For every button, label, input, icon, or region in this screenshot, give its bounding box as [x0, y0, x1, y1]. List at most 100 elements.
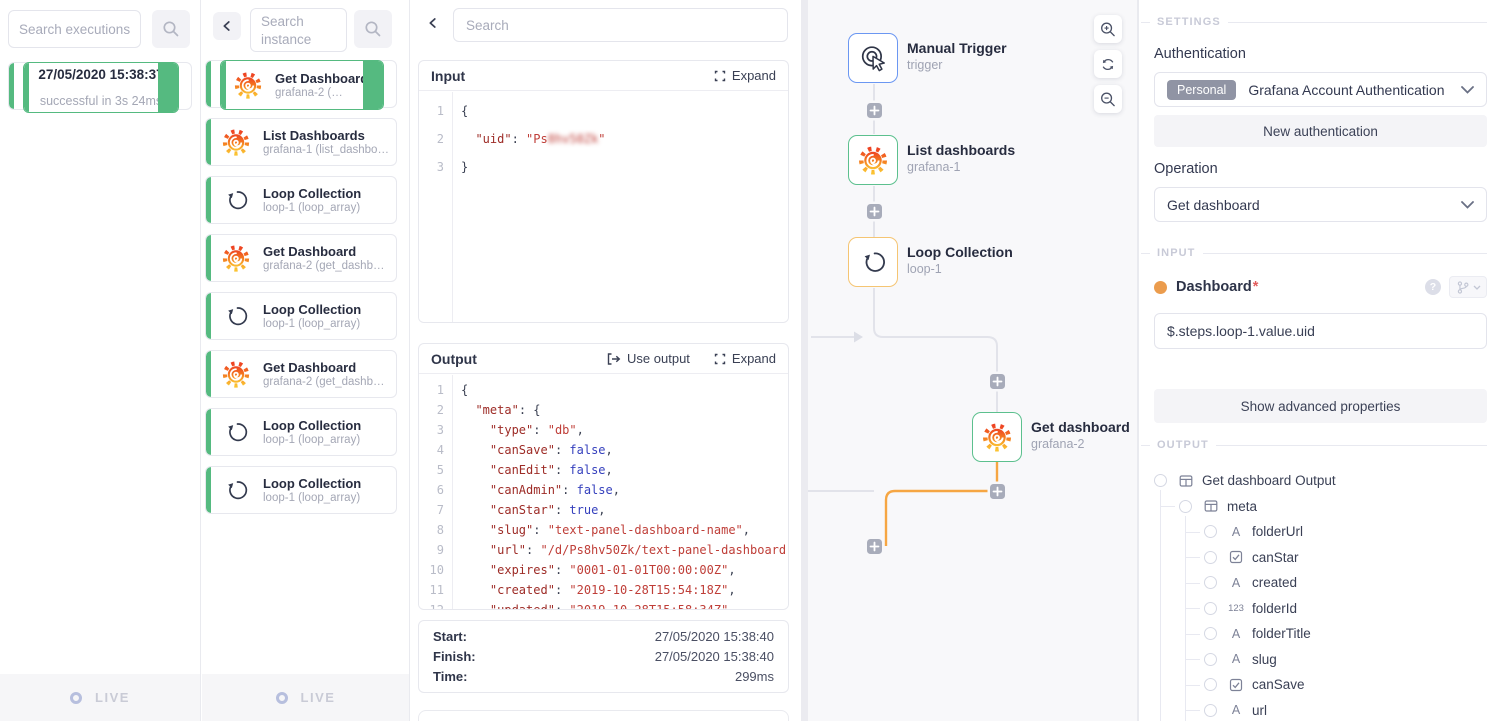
- show-advanced-properties-button[interactable]: Show advanced properties: [1154, 389, 1487, 423]
- step-card[interactable]: Loop Collection loop-1 (loop_array): [205, 466, 397, 514]
- operation-label: Operation: [1154, 161, 1218, 177]
- radio-icon[interactable]: [1204, 551, 1217, 564]
- use-output-button[interactable]: Use output: [607, 351, 690, 366]
- instance-search-button[interactable]: [354, 10, 392, 48]
- step-title: Loop Collection: [263, 418, 361, 433]
- step-card[interactable]: Get Dashboard grafana-2 (get_dashb...: [220, 60, 384, 110]
- step-subtitle: grafana-2 (get_dashboard): [263, 260, 390, 272]
- executions-search-button[interactable]: [152, 10, 190, 48]
- output-tree-row[interactable]: A 123 folderId: [1139, 596, 1500, 622]
- step-card[interactable]: Get Dashboard grafana-2 (get_dashboard): [205, 234, 397, 282]
- output-tree-row[interactable]: A 123 url: [1139, 698, 1500, 721]
- mapping-mode-button[interactable]: [1449, 276, 1487, 298]
- output-tree-row[interactable]: A 123 slug: [1139, 647, 1500, 673]
- stat-row: Start: 27/05/2020 15:38:40: [433, 629, 774, 644]
- zoom-in-button[interactable]: [1094, 15, 1122, 43]
- input-code-editor[interactable]: 1{2 "uid": "Ps8hv50Zk"3}: [419, 92, 788, 322]
- radio-icon[interactable]: [1204, 525, 1217, 538]
- field-type-icon: A 123: [1202, 499, 1220, 513]
- node-loop-collection[interactable]: Loop Collection loop-1: [848, 237, 1013, 287]
- radio-icon[interactable]: [1204, 653, 1217, 666]
- node-box[interactable]: [848, 33, 898, 83]
- output-tree-row[interactable]: A 123 canStar: [1139, 545, 1500, 571]
- stat-label: Start:: [433, 629, 467, 644]
- radio-icon[interactable]: [1204, 678, 1217, 691]
- node-box[interactable]: [848, 237, 898, 287]
- steps-live-toggle[interactable]: LIVE: [202, 674, 409, 721]
- output-tree-row[interactable]: A 123 Get dashboard Output: [1139, 468, 1500, 494]
- step-card[interactable]: Loop Collection loop-1 (loop_array): [205, 408, 397, 456]
- refresh-button[interactable]: [1094, 50, 1122, 78]
- step-icon: [221, 359, 251, 389]
- node-subtitle: loop-1: [907, 262, 1013, 276]
- grafana-icon: [981, 421, 1013, 453]
- output-tree-row[interactable]: A 123 folderTitle: [1139, 621, 1500, 647]
- executions-sidebar: 15/05/2020 08:51:05 successful in 1s 711…: [0, 0, 201, 721]
- chevron-down-icon: [1473, 285, 1481, 290]
- node-manual-trigger[interactable]: Manual Trigger trigger: [848, 33, 1007, 83]
- node-box[interactable]: [972, 412, 1022, 462]
- dashboard-value-input[interactable]: [1154, 313, 1487, 349]
- collapse-panel-button[interactable]: [213, 12, 241, 40]
- new-authentication-button[interactable]: New authentication: [1154, 115, 1487, 147]
- use-output-icon: [607, 353, 621, 365]
- field-name: folderId: [1252, 601, 1297, 616]
- step-card[interactable]: Loop Collection loop-1 (loop_array): [205, 292, 397, 340]
- next-panel-edge: [418, 710, 789, 721]
- help-icon[interactable]: ?: [1425, 279, 1441, 295]
- add-step-button[interactable]: [867, 204, 882, 219]
- auth-scope-badge: Personal: [1167, 80, 1236, 100]
- io-search-input[interactable]: [453, 8, 788, 42]
- output-tree-row[interactable]: A 123 canSave: [1139, 672, 1500, 698]
- add-step-button[interactable]: [867, 103, 882, 118]
- node-box[interactable]: [848, 135, 898, 185]
- field-name: url: [1252, 703, 1267, 718]
- boolean-type-icon: [1229, 678, 1243, 692]
- loop-icon: [858, 247, 888, 277]
- step-card[interactable]: Get Dashboard grafana-2 (get_dashboard): [205, 350, 397, 398]
- authentication-select[interactable]: Personal Grafana Account Authentication: [1154, 72, 1487, 107]
- output-expand-button[interactable]: Expand: [714, 351, 776, 366]
- live-label: LIVE: [301, 690, 336, 705]
- add-step-button[interactable]: [990, 374, 1005, 389]
- field-name: canStar: [1252, 550, 1299, 565]
- add-step-button[interactable]: [867, 539, 882, 554]
- output-tree-row[interactable]: A 123 meta: [1139, 494, 1500, 520]
- chevron-down-icon: [1461, 86, 1474, 94]
- execution-card[interactable]: 27/05/2020 15:38:37 successful in 3s 24m…: [23, 62, 179, 113]
- output-tree-row[interactable]: A 123 created: [1139, 570, 1500, 596]
- radio-icon[interactable]: [1204, 704, 1217, 717]
- zoom-out-icon: [1100, 91, 1116, 108]
- instance-search-input[interactable]: Search instance: [250, 8, 347, 52]
- input-expand-button[interactable]: Expand: [714, 68, 776, 83]
- output-code-viewer[interactable]: 1{2 "meta": {3 "type": "db",4 "canSave":…: [419, 375, 788, 609]
- node-title: List dashboards: [907, 142, 1015, 158]
- add-step-button[interactable]: [990, 484, 1005, 499]
- node-list-dashboards[interactable]: List dashboards grafana-1: [848, 135, 1015, 185]
- workflow-canvas[interactable]: Manual Trigger trigger List dashboards g…: [808, 0, 1138, 721]
- collapse-io-button[interactable]: [425, 15, 441, 36]
- executions-search-input[interactable]: [8, 10, 141, 48]
- manual-trigger-icon: [858, 43, 888, 73]
- code-line: 9 "url": "/d/Ps8hv50Zk/text-panel-dashbo…: [419, 540, 788, 560]
- node-subtitle: trigger: [907, 58, 1007, 72]
- executions-live-toggle[interactable]: LIVE: [0, 674, 200, 721]
- radio-icon[interactable]: [1154, 474, 1167, 487]
- gutter-divider: [452, 375, 453, 609]
- step-card[interactable]: Loop Collection loop-1 (loop_array): [205, 176, 397, 224]
- output-tree-row[interactable]: A 123 folderUrl: [1139, 519, 1500, 545]
- node-get-dashboard[interactable]: Get dashboard grafana-2: [972, 412, 1130, 462]
- step-subtitle: grafana-2 (get_dashboard): [263, 376, 390, 388]
- radio-icon[interactable]: [1204, 576, 1217, 589]
- radio-icon[interactable]: [1179, 500, 1192, 513]
- instance-search-placeholder: Search instance: [261, 14, 311, 47]
- zoom-out-button[interactable]: [1094, 85, 1122, 113]
- field-type-icon: A 123: [1227, 678, 1245, 692]
- panel-resize-handle[interactable]: [801, 0, 808, 721]
- expand-icon: [714, 70, 726, 82]
- operation-select[interactable]: Get dashboard: [1154, 187, 1487, 222]
- radio-icon[interactable]: [1204, 627, 1217, 640]
- step-card[interactable]: List Dashboards grafana-1 (list_dashboar…: [205, 118, 397, 166]
- radio-icon[interactable]: [1204, 602, 1217, 615]
- field-type-icon: A 123: [1227, 550, 1245, 564]
